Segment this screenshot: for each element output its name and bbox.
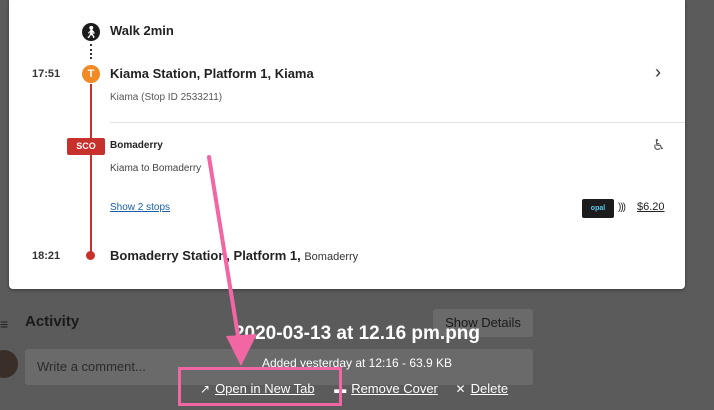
arrival-time: 18:21 (32, 250, 61, 262)
departure-station[interactable]: Kiama Station, Platform 1, Kiama (110, 66, 314, 81)
trip-card: 🚶︎ Walk 2min 17:51 T Kiama Station, Plat… (9, 0, 685, 289)
train-icon: T (82, 65, 100, 83)
route-name: Bomaderry (110, 140, 163, 151)
close-icon: ✕ (455, 382, 466, 396)
contactless-icon: ))) (618, 202, 626, 213)
departure-stop-info: Kiama (Stop ID 2533211) (110, 92, 223, 103)
departure-time: 17:51 (32, 68, 61, 80)
attachment-meta: Added yesterday at 12:16 - 63.9 KB (261, 356, 453, 370)
show-stops-link[interactable]: Show 2 stops (110, 202, 170, 213)
arrival-suburb: Bomaderry (304, 251, 359, 263)
service-badge: SCO (67, 138, 105, 155)
walk-connector (90, 44, 92, 59)
remove-cover-button[interactable]: ▬ Remove Cover (334, 381, 438, 396)
arrival-station[interactable]: Bomaderry Station, Platform 1, Bomaderry (110, 248, 358, 263)
opal-card-icon: opal (582, 199, 614, 218)
wheelchair-accessible-icon: ♿︎ (652, 137, 666, 154)
fare-link[interactable]: $6.20 (637, 201, 665, 213)
route-end-dot (86, 251, 95, 260)
walk-label: Walk 2min (110, 23, 174, 38)
highlight-box (178, 367, 342, 406)
chevron-right-icon[interactable]: › (655, 62, 661, 83)
attachment-filename: 2020-03-13 at 12.16 pm.png (233, 323, 481, 344)
delete-button[interactable]: ✕ Delete (456, 381, 509, 396)
person-walking-icon: 🚶︎ (82, 23, 100, 41)
arrival-station-name: Bomaderry Station, Platform 1, (110, 248, 301, 263)
route-direction: Kiama to Bomaderry (110, 163, 202, 174)
route-line (90, 84, 92, 254)
divider (110, 122, 685, 123)
